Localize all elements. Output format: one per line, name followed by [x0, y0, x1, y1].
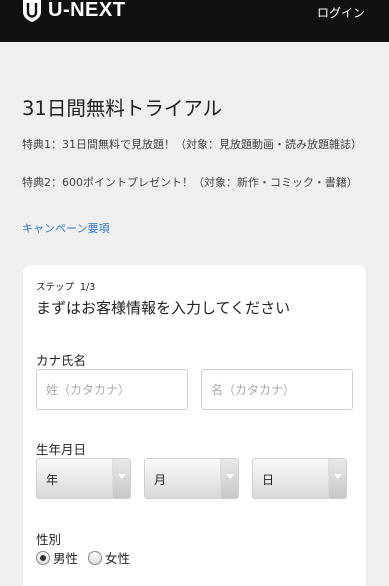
gender-radio-group: 男性 女性	[36, 548, 140, 567]
header-bar: U-NEXT ログイン	[0, 0, 389, 42]
page-title: 31日間無料トライアル	[22, 97, 223, 120]
benefit-text-2: 特典2：600ポイントプレゼント！（対象：新作・コミック・書籍）	[22, 176, 358, 189]
step-value: 1/3	[80, 282, 96, 293]
birth-day-value: 日	[262, 473, 275, 487]
kana-name-label: カナ氏名	[36, 353, 87, 368]
campaign-terms-link[interactable]: キャンペーン要項	[22, 220, 109, 236]
login-link[interactable]: ログイン	[317, 4, 365, 21]
first-name-kana-input[interactable]	[201, 369, 353, 410]
birth-month-value: 月	[154, 473, 167, 487]
signup-form-card: ステップ1/3 まずはお客様情報を入力してください カナ氏名 生年月日 年 月 …	[23, 265, 366, 586]
birth-month-select[interactable]: 月	[144, 458, 239, 499]
birth-year-value: 年	[46, 473, 59, 487]
benefit-text-1: 特典1：31日間無料で見放題！（対象：見放題動画・読み放題雑誌）	[22, 138, 362, 151]
gender-option-label: 男性	[53, 551, 79, 566]
form-title: まずはお客様情報を入力してください	[36, 299, 291, 317]
gender-radio-male[interactable]: 男性	[36, 548, 78, 567]
birthdate-label: 生年月日	[36, 442, 87, 457]
last-name-kana-input[interactable]	[36, 369, 188, 410]
chevron-down-icon	[220, 459, 238, 498]
shield-logo-icon	[23, 0, 41, 22]
step-indicator: ステップ 1/3	[36, 279, 95, 293]
step-label: ステップ	[36, 282, 75, 293]
chevron-down-icon	[328, 459, 346, 498]
chevron-down-icon	[112, 459, 130, 498]
gender-radio-female[interactable]: 女性	[88, 548, 130, 567]
radio-unselected-icon[interactable]	[88, 550, 103, 565]
birth-year-select[interactable]: 年	[36, 458, 131, 499]
gender-label: 性別	[36, 532, 62, 547]
brand-logo[interactable]: U-NEXT	[22, 0, 125, 22]
radio-selected-icon[interactable]	[36, 550, 50, 565]
brand-name: U-NEXT	[48, 0, 126, 21]
birth-day-select[interactable]: 日	[252, 458, 347, 499]
gender-option-label: 女性	[105, 551, 131, 566]
